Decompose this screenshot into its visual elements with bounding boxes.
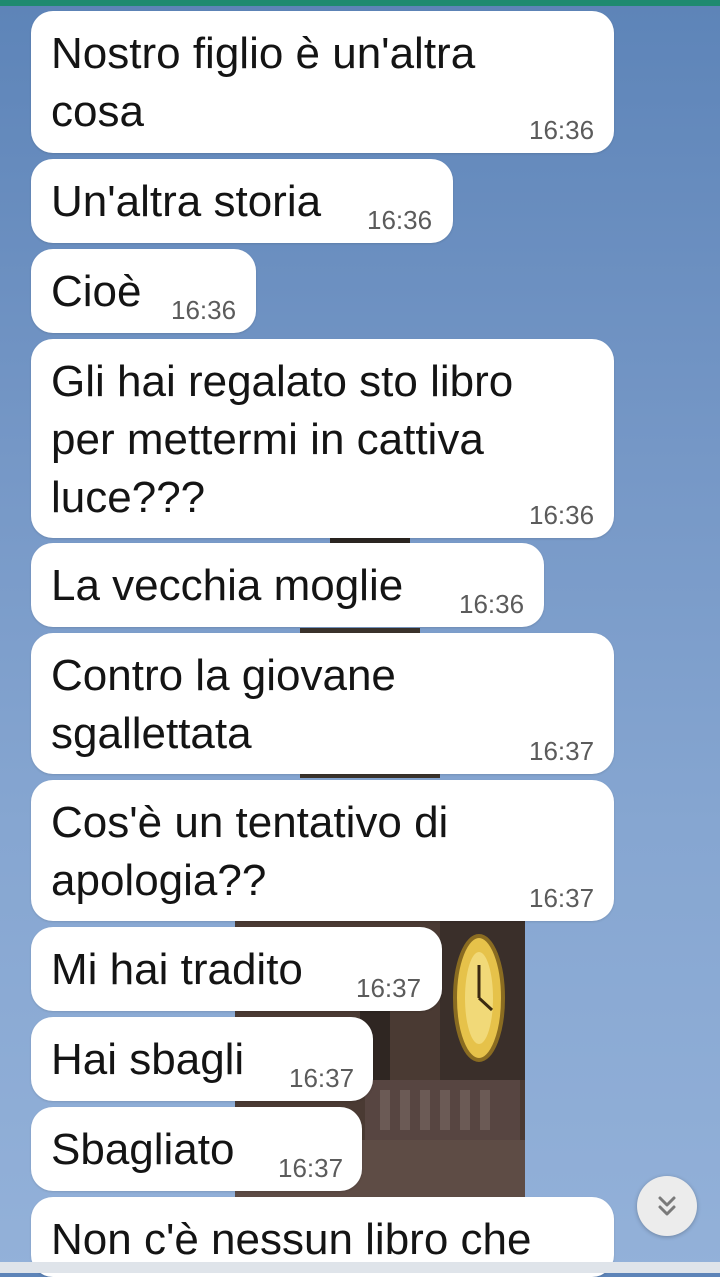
message-time: 16:36 [367,205,433,235]
message-time: 16:36 [529,115,595,145]
message-text: Non c'è nessun libro che [51,1215,532,1264]
message-bubble[interactable]: Un'altra storia 16:36 [31,159,453,243]
message-bubble[interactable]: Contro la giovane sgallettata 16:37 [31,633,614,774]
message-text: Mi hai tradito [51,945,303,994]
message-time: 16:36 [529,500,595,530]
message-time: 16:37 [289,1063,355,1093]
message-text: Sbagliato [51,1125,235,1174]
message-bubble[interactable]: Cos'è un tentativo di apologia?? 16:37 [31,780,614,921]
message-bubble[interactable]: La vecchia moglie 16:36 [31,543,544,627]
message-bubble[interactable]: Nostro figlio è un'altra cosa 16:36 [31,11,614,153]
message-text: Gli hai regalato sto libro per mettermi … [51,357,514,522]
message-time: 16:37 [278,1153,344,1183]
message-text: Hai sbagli [51,1035,245,1084]
message-text: Un'altra storia [51,177,322,226]
message-bubble[interactable]: Cioè 16:36 [31,249,256,333]
message-bubble[interactable]: Sbagliato 16:37 [31,1107,362,1191]
message-time: 16:37 [529,736,595,766]
message-time: 16:36 [459,589,525,619]
message-bubble[interactable]: Gli hai regalato sto libro per mettermi … [31,339,614,538]
message-text: Cioè [51,267,142,316]
message-time: 16:37 [529,883,595,913]
message-bubble[interactable]: Hai sbagli 16:37 [31,1017,373,1101]
message-text: Contro la giovane sgallettata [51,651,396,758]
message-time: 16:37 [356,973,422,1003]
bottom-edge [0,1262,720,1273]
double-chevron-down-icon [658,1196,676,1216]
message-text: Cos'è un tentativo di apologia?? [51,798,449,905]
scroll-to-bottom-button[interactable] [637,1176,697,1236]
message-time: 16:36 [171,295,237,325]
message-text: La vecchia moglie [51,561,404,610]
message-bubble[interactable]: Mi hai tradito 16:37 [31,927,442,1011]
message-text: Nostro figlio è un'altra cosa [51,29,476,136]
